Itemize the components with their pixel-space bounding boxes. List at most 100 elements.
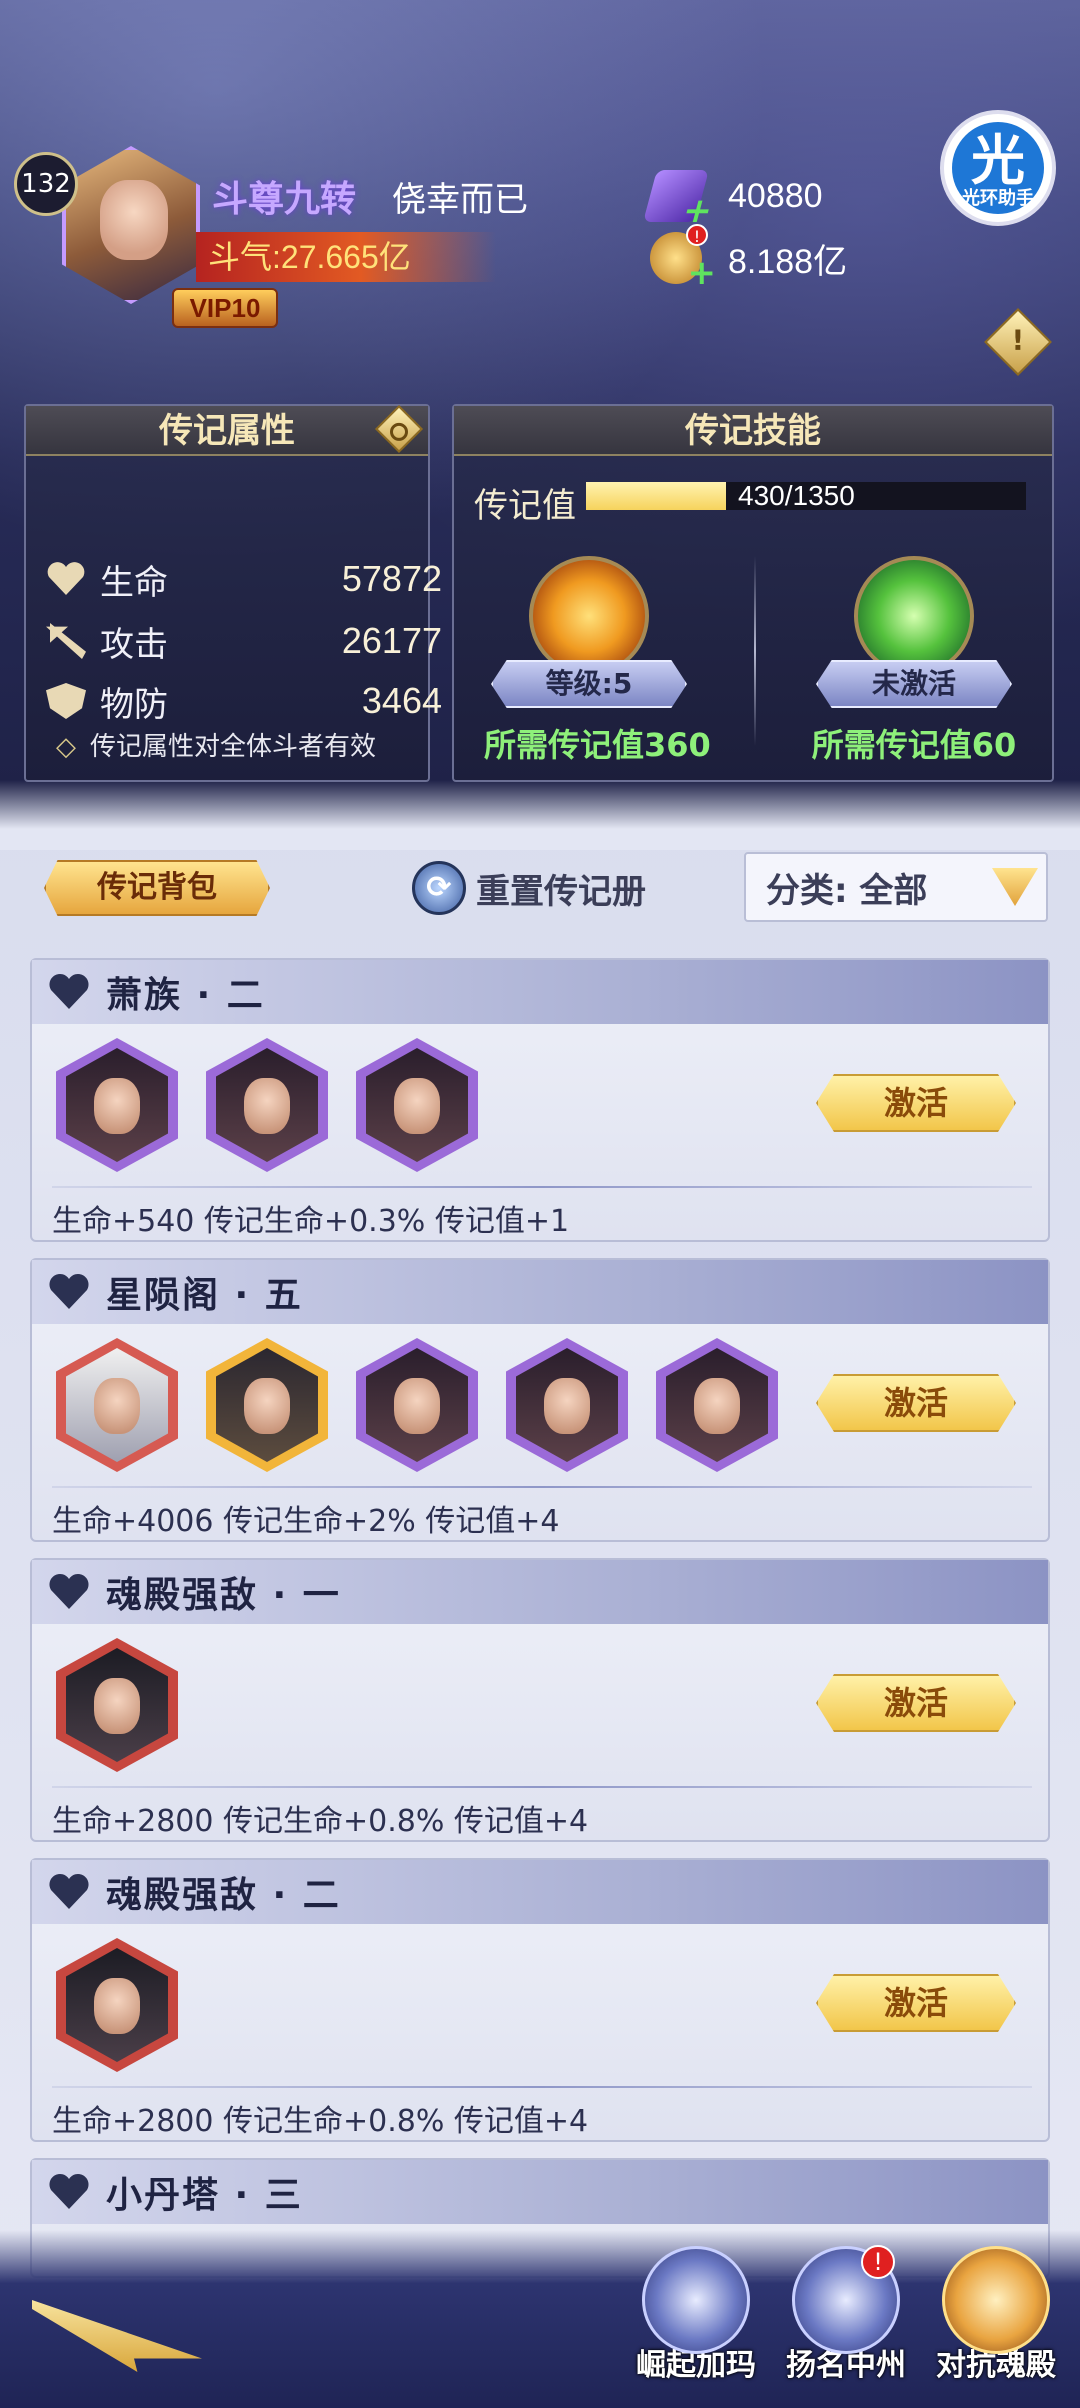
hero-portrait[interactable]	[206, 1038, 328, 1172]
card-bonus: 生命+2800 传记生命+0.8% 传记值+4	[52, 1804, 589, 1839]
hero-list	[56, 1338, 806, 1472]
card-header: 星陨阁 · 五	[32, 1260, 1048, 1324]
attr-row-hp: 生命 57872	[46, 554, 442, 604]
card-header: 小丹塔 · 三	[32, 2160, 1048, 2224]
divider	[52, 2086, 1032, 2088]
heart-icon	[48, 973, 90, 1011]
card-title: 小丹塔 · 三	[106, 2175, 303, 2216]
skill-status: 未激活	[816, 660, 1012, 708]
collection-card: 星陨阁 · 五 激活 生命+4006 传记生命+2% 传记值+4	[30, 1258, 1050, 1542]
resource-gems[interactable]: + 40880	[643, 168, 823, 231]
card-header: 魂殿强敌 · 一	[32, 1560, 1048, 1624]
add-icon[interactable]: +	[688, 256, 717, 290]
hero-portrait[interactable]	[656, 1338, 778, 1472]
attributes-panel: 传记属性 生命 57872 攻击 26177 物防 3464 传记属性对全体斗者…	[24, 404, 442, 782]
card-header: 萧族 · 二	[32, 960, 1048, 1024]
heart-icon	[46, 561, 86, 597]
progress-fill	[586, 482, 727, 510]
info-glyph: !	[1011, 323, 1025, 357]
attr-value: 57872	[341, 558, 442, 599]
hero-portrait[interactable]	[356, 1038, 478, 1172]
heal-skill-icon	[854, 556, 974, 676]
activate-button[interactable]: 激活	[816, 1374, 1016, 1432]
alert-badge: !	[861, 2245, 895, 2279]
nav-rise-jiama[interactable]: 崛起加玛	[626, 2246, 766, 2384]
divider	[52, 1786, 1032, 1788]
temple-icon	[642, 2246, 750, 2354]
attr-value: 26177	[341, 620, 442, 661]
card-title: 萧族 · 二	[106, 975, 265, 1016]
chevron-down-icon	[992, 868, 1038, 906]
heart-icon	[48, 1573, 90, 1611]
skill-status: 等级:5	[491, 660, 687, 708]
player-level-badge: 132	[14, 152, 78, 216]
activate-button[interactable]: 激活	[816, 1674, 1016, 1732]
flame-skill-icon	[529, 556, 649, 676]
hero-portrait[interactable]	[56, 1038, 178, 1172]
reset-label: 重置传记册	[476, 871, 646, 912]
skill-item-1[interactable]: 等级:5 所需传记值360	[484, 556, 711, 766]
hero-portrait[interactable]	[506, 1338, 628, 1472]
player-rank-title: 斗尊九转	[212, 179, 357, 220]
hero-portrait[interactable]	[56, 1638, 178, 1772]
resource-coins[interactable]: ! + 8.188亿	[650, 224, 847, 290]
heart-icon	[48, 1273, 90, 1311]
divider	[52, 1186, 1032, 1188]
hero-portrait[interactable]	[56, 1938, 178, 2072]
skills-panel: 传记技能 传记值 430/1350 等级:5 所需传记值360 未激活 所需传记…	[452, 404, 1054, 782]
collection-card: 魂殿强敌 · 二 激活 生命+2800 传记生命+0.8% 传记值+4	[30, 1858, 1050, 2142]
skills-panel-title: 传记技能	[454, 406, 1052, 456]
refresh-icon: ⟳	[412, 861, 466, 915]
bottom-nav-background	[0, 2230, 1080, 2408]
gem-count: 40880	[728, 176, 823, 215]
category-dropdown[interactable]: 分类: 全部	[744, 852, 1048, 922]
heart-icon	[48, 1873, 90, 1911]
skill-item-2[interactable]: 未激活 所需传记值60	[794, 556, 1034, 766]
hero-portrait[interactable]	[356, 1338, 478, 1472]
gold-coin-icon: ! +	[650, 224, 716, 290]
hero-portrait[interactable]	[206, 1338, 328, 1472]
card-bonus: 生命+2800 传记生命+0.8% 传记值+4	[52, 2104, 589, 2139]
shield-icon	[46, 683, 86, 719]
nav-fame-zhongzhou[interactable]: ! 扬名中州	[776, 2245, 916, 2384]
collection-card: 萧族 · 二 激活 生命+540 传记生命+0.3% 传记值+1	[30, 958, 1050, 1242]
card-bonus: 生命+4006 传记生命+2% 传记值+4	[52, 1504, 560, 1539]
progress-label: 传记值	[474, 486, 576, 526]
attributes-note: 传记属性对全体斗者有效	[56, 726, 376, 763]
collection-card: 魂殿强敌 · 一 激活 生命+2800 传记生命+0.8% 传记值+4	[30, 1558, 1050, 1842]
card-bonus: 生命+540 传记生命+0.3% 传记值+1	[52, 1204, 570, 1239]
attr-row-attack: 攻击 26177	[46, 616, 442, 666]
hero-list	[56, 1938, 206, 2072]
hero-portrait[interactable]	[56, 1338, 178, 1472]
progress-text: 430/1350	[738, 480, 855, 511]
activate-button[interactable]: 激活	[816, 1974, 1016, 2032]
card-header: 魂殿强敌 · 二	[32, 1860, 1048, 1924]
aura-helper-button[interactable]: 光 光环助手	[940, 110, 1056, 226]
attributes-panel-title: 传记属性	[26, 406, 428, 456]
attr-label: 物防	[100, 684, 168, 725]
card-title: 魂殿强敌 · 二	[106, 1875, 341, 1916]
nav-fight-soul-hall[interactable]: 对抗魂殿	[926, 2246, 1066, 2384]
pagoda-icon: !	[792, 2245, 900, 2354]
reset-button[interactable]: ⟳ 重置传记册	[412, 860, 646, 916]
attr-label: 攻击	[100, 624, 168, 665]
backpack-button[interactable]: 传记背包	[44, 860, 270, 916]
add-icon[interactable]: +	[678, 191, 717, 231]
activate-button[interactable]: 激活	[816, 1074, 1016, 1132]
divider	[754, 556, 756, 746]
power-banner: 斗气:27.665亿	[196, 232, 496, 282]
hero-list	[56, 1638, 206, 1772]
card-title: 魂殿强敌 · 一	[106, 1575, 341, 1616]
player-avatar[interactable]	[56, 142, 206, 312]
attr-label: 生命	[100, 562, 168, 603]
divider	[52, 1486, 1032, 1488]
category-label: 分类: 全部	[766, 870, 928, 911]
skill-requirement: 所需传记值60	[811, 726, 1017, 764]
player-name: 侥幸而已	[392, 180, 528, 220]
hero-list	[56, 1038, 506, 1172]
vip-badge[interactable]: VIP10	[172, 288, 278, 328]
sword-icon	[46, 623, 86, 659]
attr-row-defense: 物防 3464	[46, 676, 442, 726]
skill-requirement: 所需传记值360	[484, 726, 711, 764]
soul-hall-icon	[942, 2246, 1050, 2354]
